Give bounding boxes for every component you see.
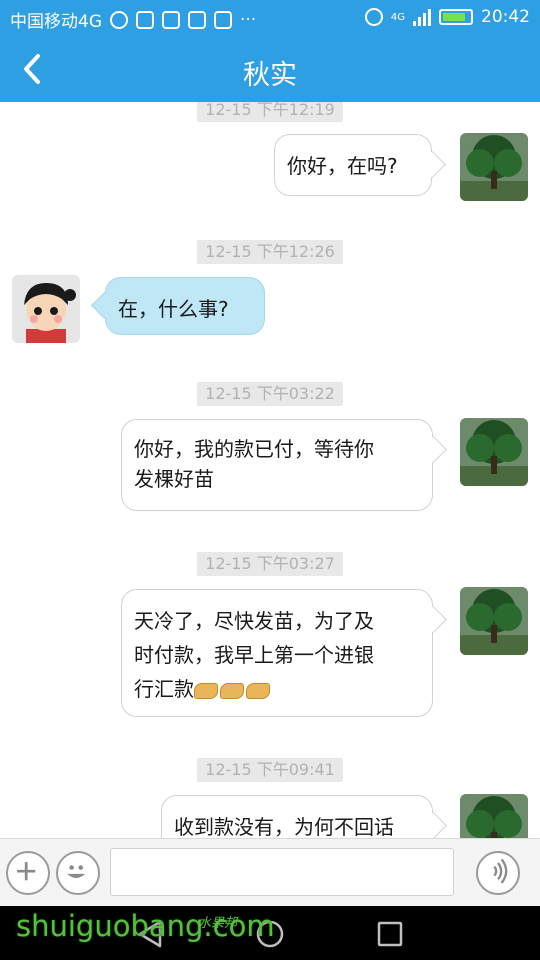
carrier-label: 中国移动4G (10, 12, 102, 32)
page-title: 秋实 (243, 60, 297, 91)
message-text: 你好，在吗? (287, 154, 398, 178)
shield-icon (162, 10, 180, 29)
game-icon (188, 10, 206, 29)
more-notifications-icon: ··· (240, 9, 257, 30)
message-timestamp: 12-15 下午03:27 (197, 552, 343, 576)
input-bar (0, 838, 540, 906)
plus-icon (17, 862, 36, 881)
outgoing-message-bubble[interactable]: 天冷了，尽快发苗，为了及 时付款，我早上第一个进银 行汇款 (121, 589, 433, 717)
network-type-label: 4G (390, 11, 405, 23)
message-timestamp: 12-15 下午09:41 (197, 758, 343, 782)
voice-input-button[interactable] (476, 851, 520, 895)
handshake-icon (194, 682, 218, 699)
app-notification-icon (136, 10, 154, 29)
tree-avatar-icon (460, 133, 528, 201)
tree-avatar-icon (460, 587, 528, 655)
usb-icon (110, 10, 128, 29)
message-text-line: 时付款，我早上第一个进银 (134, 643, 374, 667)
news-icon (214, 10, 232, 29)
emoji-button[interactable] (56, 851, 100, 895)
message-text-line: 发棵好苗 (134, 467, 214, 491)
title-bar: 秋实 (0, 36, 540, 102)
alarm-icon (364, 8, 383, 26)
message-text: 收到款没有，为何不回话 (174, 815, 394, 838)
more-options-button[interactable] (6, 851, 50, 895)
message-text-line: 你好，我的款已付，等待你 (134, 437, 374, 461)
status-bar: 中国移动4G ··· 4G 20:42 (0, 0, 540, 36)
message-timestamp: 12-15 下午03:22 (197, 382, 343, 406)
message-timestamp: 12-15 下午12:26 (197, 240, 343, 264)
handshake-icon (246, 682, 270, 699)
message-text-line: 天冷了，尽快发苗，为了及 (134, 609, 374, 633)
outgoing-message-bubble[interactable]: 你好，在吗? (274, 134, 432, 196)
square-recents-icon (377, 921, 403, 947)
avatar[interactable] (460, 794, 528, 838)
battery-icon (439, 9, 473, 25)
nav-recents-button[interactable] (374, 918, 406, 950)
incoming-message-bubble[interactable]: 在，什么事? (105, 277, 265, 335)
status-right: 4G 20:42 (364, 7, 530, 27)
watermark-logo-text: 水果邦 (198, 916, 238, 931)
avatar[interactable] (460, 587, 528, 655)
message-text-line-with-emoji: 行汇款 (134, 672, 420, 706)
smiley-icon (67, 865, 86, 878)
avatar[interactable] (460, 133, 528, 201)
tree-avatar-icon (460, 794, 528, 838)
signal-icon (413, 8, 431, 26)
handshake-icon (220, 682, 244, 699)
chat-area[interactable]: 12-15 下午12:19 你好，在吗? 12-15 下午12:26 在，什么事 (0, 102, 540, 838)
tree-avatar-icon (460, 418, 528, 486)
avatar[interactable] (460, 418, 528, 486)
avatar[interactable] (12, 275, 80, 343)
sound-wave-icon (493, 858, 508, 884)
status-left: 中国移动4G ··· (10, 7, 257, 33)
message-text: 在，什么事? (118, 297, 229, 321)
handshake-emoji-group (194, 682, 270, 699)
message-timestamp: 12-15 下午12:19 (197, 102, 343, 122)
system-nav-bar: shuiguobang.com 水果邦 (0, 906, 540, 960)
outgoing-message-bubble[interactable]: 你好，我的款已付，等待你 发棵好苗 (121, 419, 433, 511)
message-input[interactable] (110, 848, 454, 896)
cartoon-girl-avatar-icon (12, 275, 80, 343)
clock: 20:42 (481, 7, 530, 27)
outgoing-message-bubble[interactable]: 收到款没有，为何不回话 (161, 795, 433, 838)
message-text: 行汇款 (134, 677, 194, 701)
